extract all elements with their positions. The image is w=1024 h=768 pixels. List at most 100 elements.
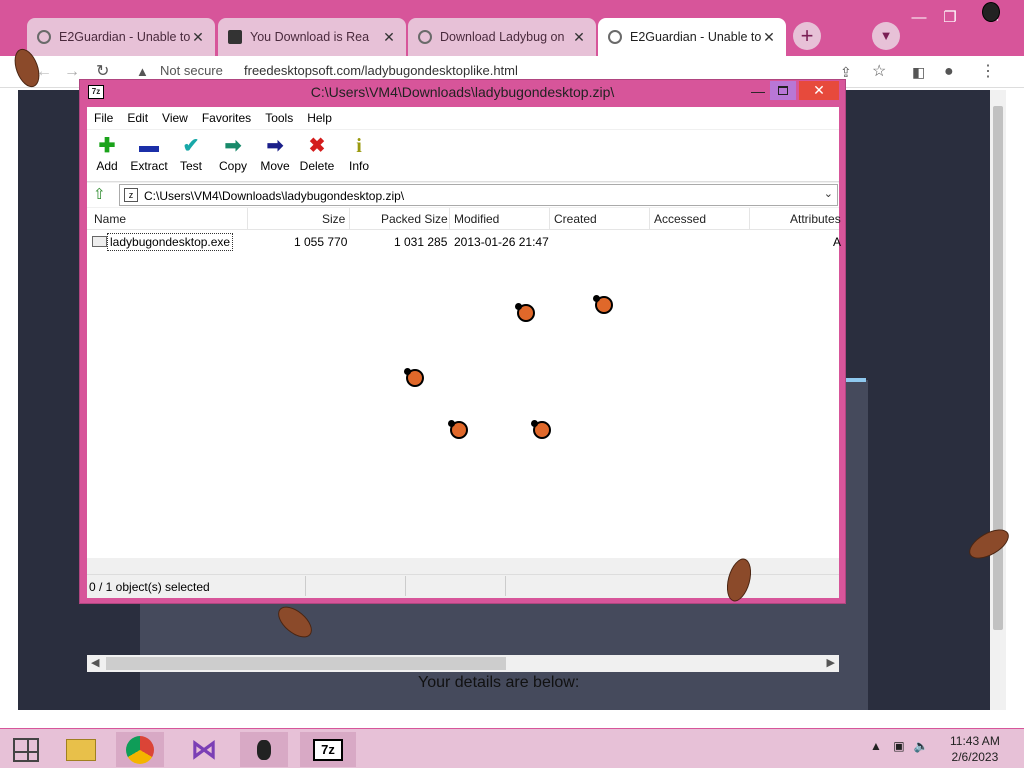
- sevenzip-titlebar[interactable]: 7z C:\Users\VM4\Downloads\ladybugondeskt…: [80, 80, 845, 104]
- up-folder-icon[interactable]: ⇧: [93, 186, 109, 203]
- tab-search-button[interactable]: ▼: [872, 22, 900, 50]
- close-icon[interactable]: ✕: [572, 29, 586, 46]
- folder-icon: [66, 739, 96, 761]
- add-button[interactable]: ✚ Add: [85, 133, 129, 173]
- extract-icon: ▬: [139, 135, 159, 157]
- bookmark-star-icon[interactable]: ☆: [872, 62, 886, 82]
- sevenzip-window: 7z C:\Users\VM4\Downloads\ladybugondeskt…: [79, 79, 846, 672]
- extract-button[interactable]: ▬ Extract: [127, 133, 171, 173]
- maximize-button[interactable]: [770, 81, 796, 100]
- address-bar[interactable]: freedesktopsoft.com/ladybugondesktoplike…: [244, 63, 518, 78]
- side-panel-icon[interactable]: ◧: [912, 62, 925, 82]
- col-name[interactable]: Name: [94, 212, 126, 226]
- tab-title: You Download is Rea: [250, 30, 370, 44]
- maximize-icon[interactable]: ❐: [936, 8, 964, 28]
- sevenzip-body: File Edit View Favorites Tools Help ✚ Ad…: [87, 107, 842, 672]
- ladybug-app-button[interactable]: [240, 732, 288, 767]
- col-separator[interactable]: [549, 208, 550, 230]
- network-icon[interactable]: ▣: [893, 739, 904, 753]
- menu-edit[interactable]: Edit: [120, 111, 155, 125]
- col-packed-size[interactable]: Packed Size: [381, 212, 448, 226]
- menu-favorites[interactable]: Favorites: [195, 111, 258, 125]
- close-icon[interactable]: ✕: [762, 29, 776, 46]
- status-divider: [505, 576, 506, 596]
- new-tab-button[interactable]: +: [793, 22, 821, 50]
- scroll-right-icon[interactable]: ▶: [827, 656, 835, 669]
- globe-icon: [37, 30, 51, 44]
- address-row: ⇧ z C:\Users\VM4\Downloads\ladybugondesk…: [87, 183, 839, 207]
- move-label: Move: [260, 159, 290, 173]
- horizontal-scrollbar[interactable]: ◀ ▶: [87, 655, 839, 672]
- ladybug-app-icon: [257, 740, 271, 760]
- scrollbar-thumb[interactable]: [106, 657, 506, 670]
- copy-button[interactable]: ➡ Copy: [211, 133, 255, 173]
- col-separator[interactable]: [749, 208, 750, 230]
- minimize-button[interactable]: —: [748, 82, 768, 100]
- col-size[interactable]: Size: [322, 212, 345, 226]
- close-button[interactable]: ✕: [799, 81, 839, 100]
- file-explorer-button[interactable]: [57, 732, 105, 767]
- not-secure-label[interactable]: Not secure: [160, 63, 223, 78]
- tab-title: E2Guardian - Unable to: [59, 30, 191, 44]
- col-separator[interactable]: [349, 208, 350, 230]
- visual-studio-button[interactable]: ⋈: [180, 732, 228, 767]
- ladybug-icon: [515, 303, 535, 322]
- file-attributes: A: [833, 235, 842, 249]
- taskbar: ⋈ 7z ▲ ▣ 🔈 11:43 AM 2/6/2023: [0, 728, 1024, 768]
- path-text: C:\Users\VM4\Downloads\ladybugondesktop.…: [144, 189, 405, 203]
- globe-icon: [418, 30, 432, 44]
- table-row[interactable]: ladybugondesktop.exe 1 055 770 1 031 285…: [87, 232, 842, 251]
- menu-view[interactable]: View: [155, 111, 195, 125]
- tab-download-ladybug[interactable]: Download Ladybug on ✕: [408, 18, 596, 56]
- visual-studio-icon: ⋈: [191, 734, 217, 764]
- col-attributes[interactable]: Attributes: [790, 212, 841, 226]
- sevenzip-taskbar-icon: 7z: [313, 739, 343, 761]
- tab-e2guardian-1[interactable]: E2Guardian - Unable to ✕: [27, 18, 215, 56]
- add-icon: ✚: [98, 135, 116, 157]
- col-separator[interactable]: [449, 208, 450, 230]
- col-separator[interactable]: [247, 208, 248, 230]
- ladybug-icon: [448, 420, 468, 439]
- volume-icon[interactable]: 🔈: [914, 739, 929, 753]
- tab-e2guardian-active[interactable]: E2Guardian - Unable to ✕: [598, 18, 786, 56]
- col-accessed[interactable]: Accessed: [654, 212, 706, 226]
- minimize-icon[interactable]: —: [905, 8, 933, 28]
- sevenzip-title: C:\Users\VM4\Downloads\ladybugondesktop.…: [310, 84, 615, 100]
- chrome-button[interactable]: [116, 732, 164, 767]
- maximize-icon: [778, 86, 788, 95]
- delete-button[interactable]: ✖ Delete: [295, 133, 339, 173]
- file-packed-size: 1 031 285: [394, 235, 448, 249]
- forward-icon[interactable]: →: [64, 62, 80, 82]
- col-separator[interactable]: [649, 208, 650, 230]
- copy-label: Copy: [218, 159, 247, 173]
- scroll-left-icon[interactable]: ◀: [91, 656, 99, 669]
- menu-file[interactable]: File: [87, 111, 120, 125]
- test-icon: ✔: [182, 135, 200, 157]
- more-menu-icon[interactable]: ⋮: [980, 62, 996, 82]
- move-button[interactable]: ➡ Move: [253, 133, 297, 173]
- globe-icon: [608, 30, 622, 44]
- menu-help[interactable]: Help: [300, 111, 339, 125]
- file-list[interactable]: Name Size Packed Size Modified Created A…: [87, 208, 842, 672]
- info-button[interactable]: i Info: [337, 133, 381, 173]
- test-label: Test: [179, 159, 202, 173]
- chevron-up-icon[interactable]: ▲: [870, 739, 882, 753]
- close-icon[interactable]: ✕: [382, 29, 396, 46]
- col-modified[interactable]: Modified: [454, 212, 499, 226]
- path-combobox[interactable]: z C:\Users\VM4\Downloads\ladybugondeskto…: [119, 184, 838, 206]
- tab-download-ready[interactable]: You Download is Rea ✕: [218, 18, 406, 56]
- col-created[interactable]: Created: [554, 212, 597, 226]
- sevenzip-taskbar-button[interactable]: 7z: [300, 732, 356, 767]
- chevron-down-icon[interactable]: ⌄: [824, 187, 833, 200]
- sevenzip-toolbar: ✚ Add ▬ Extract ✔ Test ➡ Copy ➡ Move ✖ D…: [87, 130, 839, 182]
- clock[interactable]: 11:43 AM 2/6/2023: [950, 733, 1000, 765]
- menu-tools[interactable]: Tools: [258, 111, 300, 125]
- info-icon: i: [356, 135, 362, 157]
- file-name[interactable]: ladybugondesktop.exe: [107, 233, 234, 251]
- test-button[interactable]: ✔ Test: [169, 133, 213, 173]
- close-icon[interactable]: ✕: [191, 29, 205, 46]
- fly-icon: [982, 2, 1000, 22]
- profile-icon[interactable]: ●: [944, 62, 954, 82]
- chrome-icon: [126, 736, 154, 764]
- start-button[interactable]: [2, 732, 50, 767]
